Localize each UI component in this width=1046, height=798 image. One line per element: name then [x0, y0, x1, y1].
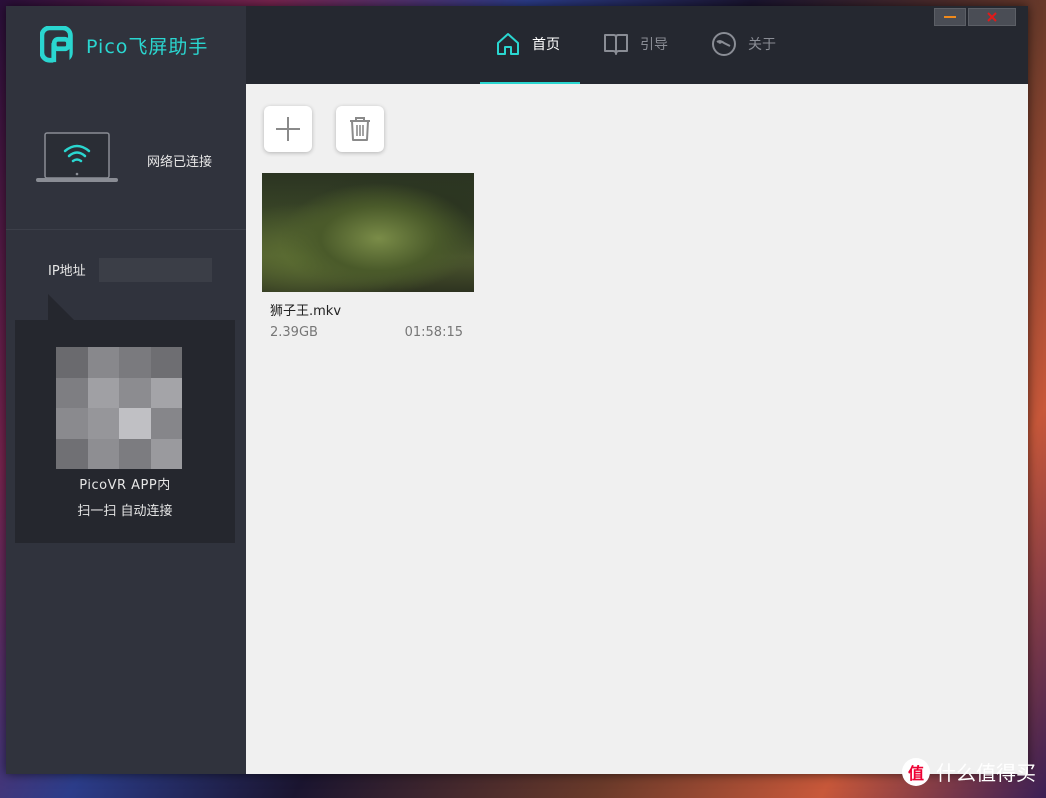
- close-button[interactable]: [968, 8, 1016, 26]
- ip-value-redacted: [99, 258, 212, 282]
- add-file-button[interactable]: [264, 106, 312, 152]
- qr-code: [56, 347, 182, 469]
- trash-icon: [350, 117, 370, 141]
- file-name: 狮子王.mkv: [270, 304, 342, 319]
- file-meta: 2.39GB 01:58:15: [270, 325, 463, 340]
- title-bar[interactable]: Pico飞屏助手 首页 引导 关于: [6, 6, 1028, 84]
- pico-logo-icon: [40, 26, 73, 64]
- file-card[interactable]: 狮子王.mkv 2.39GB 01:58:15: [262, 173, 474, 340]
- tab-home-label: 首页: [532, 37, 560, 53]
- tab-guide-label: 引导: [640, 37, 668, 53]
- sidebar: 网络已连接 IP地址 PicoVR APP内 扫一扫 自动连接: [6, 84, 246, 774]
- watermark-text: 什么值得买: [936, 761, 1036, 785]
- ip-label: IP地址: [48, 264, 86, 279]
- home-icon: [497, 33, 519, 55]
- connection-panel: 网络已连接: [6, 84, 246, 230]
- main-content: 狮子王.mkv 2.39GB 01:58:15: [246, 84, 1028, 774]
- laptop-wifi-icon: [36, 132, 118, 182]
- connection-status: 网络已连接: [147, 155, 213, 170]
- tab-about-label: 关于: [748, 37, 776, 53]
- about-icon: [712, 32, 736, 56]
- video-thumbnail: [262, 173, 474, 292]
- file-size: 2.39GB: [270, 325, 318, 340]
- minimize-button[interactable]: [934, 8, 966, 26]
- window-controls: [934, 8, 1016, 26]
- app-window: Pico飞屏助手 首页 引导 关于 网络已连接 IP地址 PicoVR APP内…: [6, 6, 1028, 774]
- main-nav: 首页 引导 关于: [480, 6, 796, 84]
- file-duration: 01:58:15: [404, 325, 463, 340]
- tab-about[interactable]: 关于: [696, 6, 796, 82]
- watermark-badge: 值: [902, 757, 930, 786]
- tab-guide[interactable]: 引导: [588, 6, 688, 82]
- delete-file-button[interactable]: [336, 106, 384, 152]
- qr-panel: PicoVR APP内 扫一扫 自动连接: [15, 320, 235, 543]
- app-name: Pico飞屏助手: [86, 35, 209, 58]
- brand: Pico飞屏助手: [6, 6, 246, 84]
- close-icon: [987, 12, 997, 22]
- plus-icon: [276, 117, 300, 141]
- minimize-icon: [944, 16, 956, 18]
- qr-caption-line1: PicoVR APP内: [79, 478, 171, 493]
- watermark: 值 什么值得买: [902, 757, 1036, 786]
- qr-panel-pointer: [48, 294, 74, 320]
- qr-caption-line2: 扫一扫 自动连接: [77, 504, 173, 519]
- book-icon: [604, 34, 628, 55]
- tab-home[interactable]: 首页: [480, 6, 580, 84]
